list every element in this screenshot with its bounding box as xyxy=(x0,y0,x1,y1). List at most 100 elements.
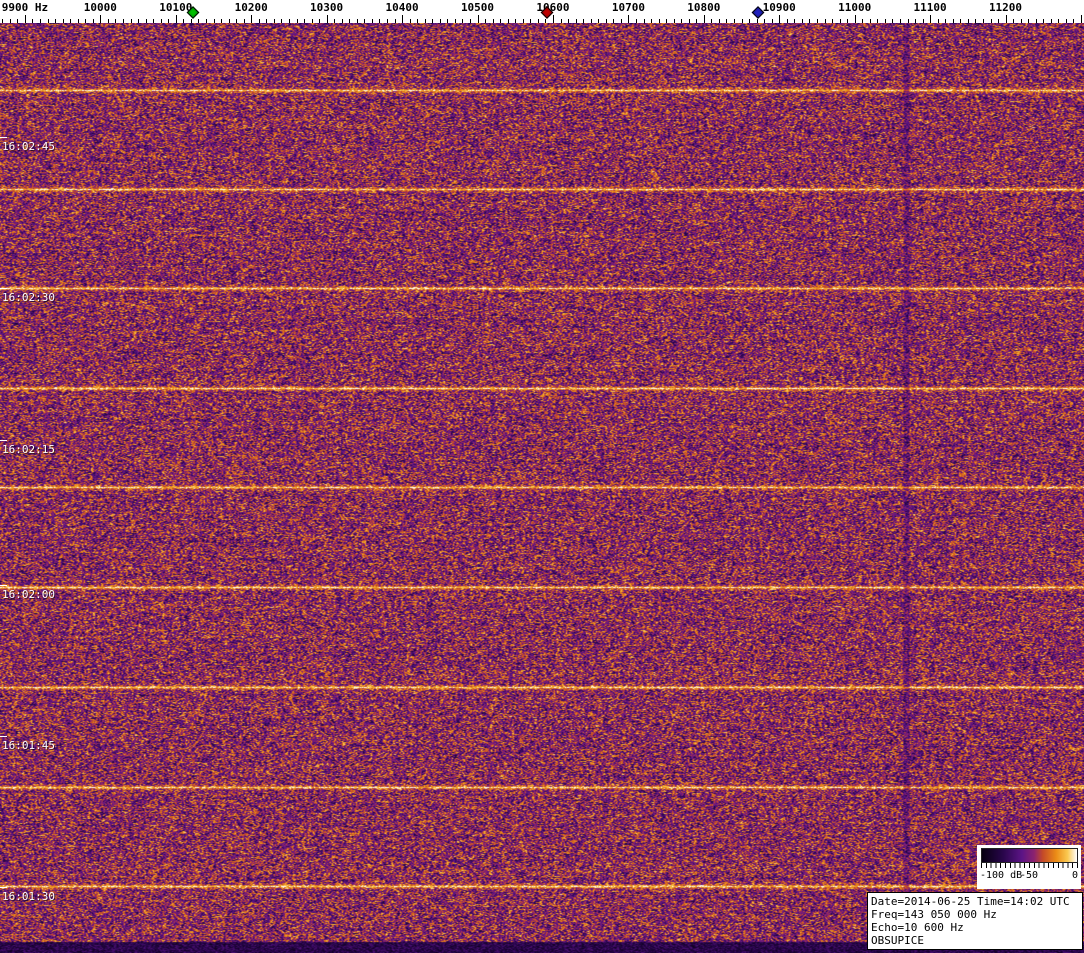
freq-tick xyxy=(379,19,380,23)
freq-tick xyxy=(440,19,441,23)
time-label: 16:02:30 xyxy=(2,291,55,304)
time-label: 16:01:45 xyxy=(2,739,55,752)
freq-tick xyxy=(1058,19,1059,23)
freq-tick xyxy=(772,19,773,23)
time-tick xyxy=(0,440,7,441)
freq-tick xyxy=(410,19,411,23)
freq-tick xyxy=(93,19,94,23)
freq-label: 9900 Hz xyxy=(2,1,48,14)
freq-tick xyxy=(372,19,373,23)
freq-tick xyxy=(221,19,222,23)
freq-tick xyxy=(802,19,803,23)
freq-tick xyxy=(40,19,41,23)
freq-tick xyxy=(968,19,969,23)
freq-tick xyxy=(779,15,780,23)
freq-tick xyxy=(1028,19,1029,23)
freq-tick xyxy=(334,19,335,23)
freq-tick xyxy=(417,19,418,23)
freq-tick xyxy=(304,19,305,23)
freq-tick xyxy=(644,19,645,23)
freq-label: 10300 xyxy=(310,1,343,14)
freq-tick xyxy=(930,15,931,23)
freq-tick xyxy=(938,19,939,23)
freq-tick xyxy=(561,19,562,23)
freq-tick xyxy=(402,15,403,23)
freq-tick xyxy=(636,19,637,23)
freq-tick xyxy=(1073,19,1074,23)
freq-tick xyxy=(236,19,237,23)
freq-tick xyxy=(229,19,230,23)
freq-tick xyxy=(553,15,554,23)
freq-tick xyxy=(168,19,169,23)
freq-tick xyxy=(455,19,456,23)
freq-tick xyxy=(153,19,154,23)
freq-tick xyxy=(628,15,629,23)
freq-label: 11200 xyxy=(989,1,1022,14)
freq-tick xyxy=(787,19,788,23)
freq-tick xyxy=(176,15,177,23)
freq-tick xyxy=(206,19,207,23)
freq-tick xyxy=(794,19,795,23)
spectrogram-app: 9900 Hz100001010010200103001040010500106… xyxy=(0,0,1084,953)
freq-tick xyxy=(349,19,350,23)
freq-tick xyxy=(847,19,848,23)
info-station-line: OBSUPICE xyxy=(871,934,1079,947)
freq-tick xyxy=(281,19,282,23)
colorbar-labels: -100 dB -50 0 xyxy=(977,845,1081,889)
time-label: 16:02:15 xyxy=(2,443,55,456)
freq-tick xyxy=(666,19,667,23)
freq-tick xyxy=(960,19,961,23)
freq-tick xyxy=(892,19,893,23)
freq-tick xyxy=(719,19,720,23)
freq-tick xyxy=(832,19,833,23)
freq-tick xyxy=(651,19,652,23)
freq-tick xyxy=(357,19,358,23)
freq-tick xyxy=(100,15,101,23)
freq-tick xyxy=(198,19,199,23)
freq-tick xyxy=(432,19,433,23)
freq-tick xyxy=(55,19,56,23)
freq-tick xyxy=(568,19,569,23)
freq-tick xyxy=(749,19,750,23)
freq-tick xyxy=(923,19,924,23)
freq-tick xyxy=(25,15,26,23)
freq-tick xyxy=(1081,15,1082,23)
colorbar-label-max: 0 xyxy=(1072,870,1078,881)
freq-tick xyxy=(598,19,599,23)
spectrogram-canvas xyxy=(0,23,1084,953)
info-date-line: Date=2014-06-25 Time=14:02 UTC xyxy=(871,895,1079,908)
freq-tick xyxy=(734,19,735,23)
freq-tick xyxy=(478,15,479,23)
time-tick xyxy=(0,137,7,138)
freq-tick xyxy=(726,19,727,23)
colorbar: -100 dB -50 0 xyxy=(977,845,1081,889)
freq-tick xyxy=(659,19,660,23)
time-label: 16:02:00 xyxy=(2,588,55,601)
freq-label: 10700 xyxy=(612,1,645,14)
freq-tick xyxy=(900,19,901,23)
freq-tick xyxy=(998,19,999,23)
freq-tick xyxy=(576,19,577,23)
freq-tick xyxy=(274,19,275,23)
freq-tick xyxy=(244,19,245,23)
freq-tick xyxy=(523,19,524,23)
freq-label: 11100 xyxy=(914,1,947,14)
freq-tick xyxy=(945,19,946,23)
freq-tick xyxy=(470,19,471,23)
freq-label: 11000 xyxy=(838,1,871,14)
freq-tick xyxy=(583,19,584,23)
freq-tick xyxy=(908,19,909,23)
freq-tick xyxy=(387,19,388,23)
freq-tick xyxy=(462,19,463,23)
freq-tick xyxy=(32,19,33,23)
freq-tick xyxy=(1021,19,1022,23)
freq-tick xyxy=(1051,19,1052,23)
info-box: Date=2014-06-25 Time=14:02 UTC Freq=143 … xyxy=(867,892,1083,950)
freq-tick xyxy=(259,19,260,23)
freq-tick xyxy=(681,19,682,23)
freq-label: 10000 xyxy=(84,1,117,14)
freq-tick xyxy=(17,19,18,23)
freq-tick xyxy=(395,19,396,23)
freq-tick xyxy=(508,19,509,23)
freq-tick xyxy=(696,19,697,23)
